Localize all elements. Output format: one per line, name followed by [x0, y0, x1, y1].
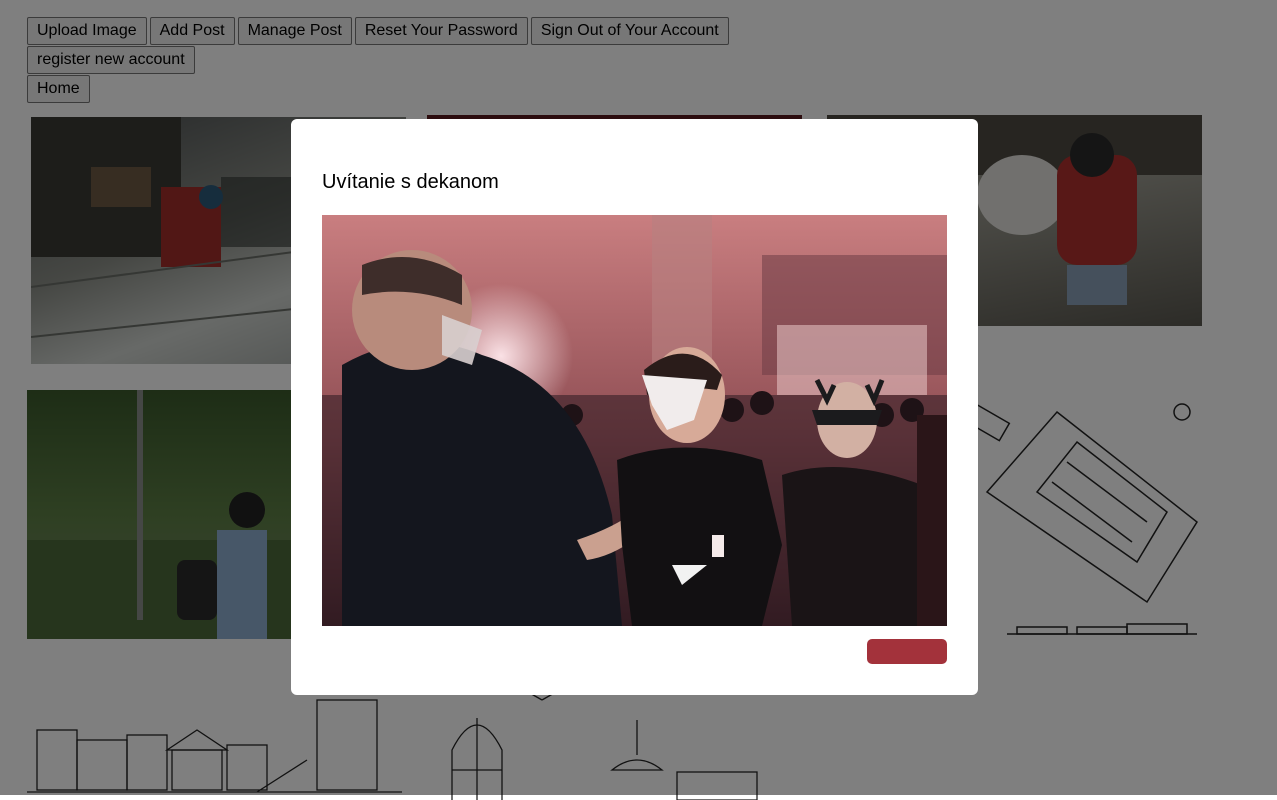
- modal-title: Uvítanie s dekanom: [322, 171, 499, 193]
- modal-close-button[interactable]: [867, 639, 947, 664]
- image-modal: Uvítanie s dekanom: [291, 119, 978, 695]
- modal-image-dean-welcome: [322, 215, 947, 626]
